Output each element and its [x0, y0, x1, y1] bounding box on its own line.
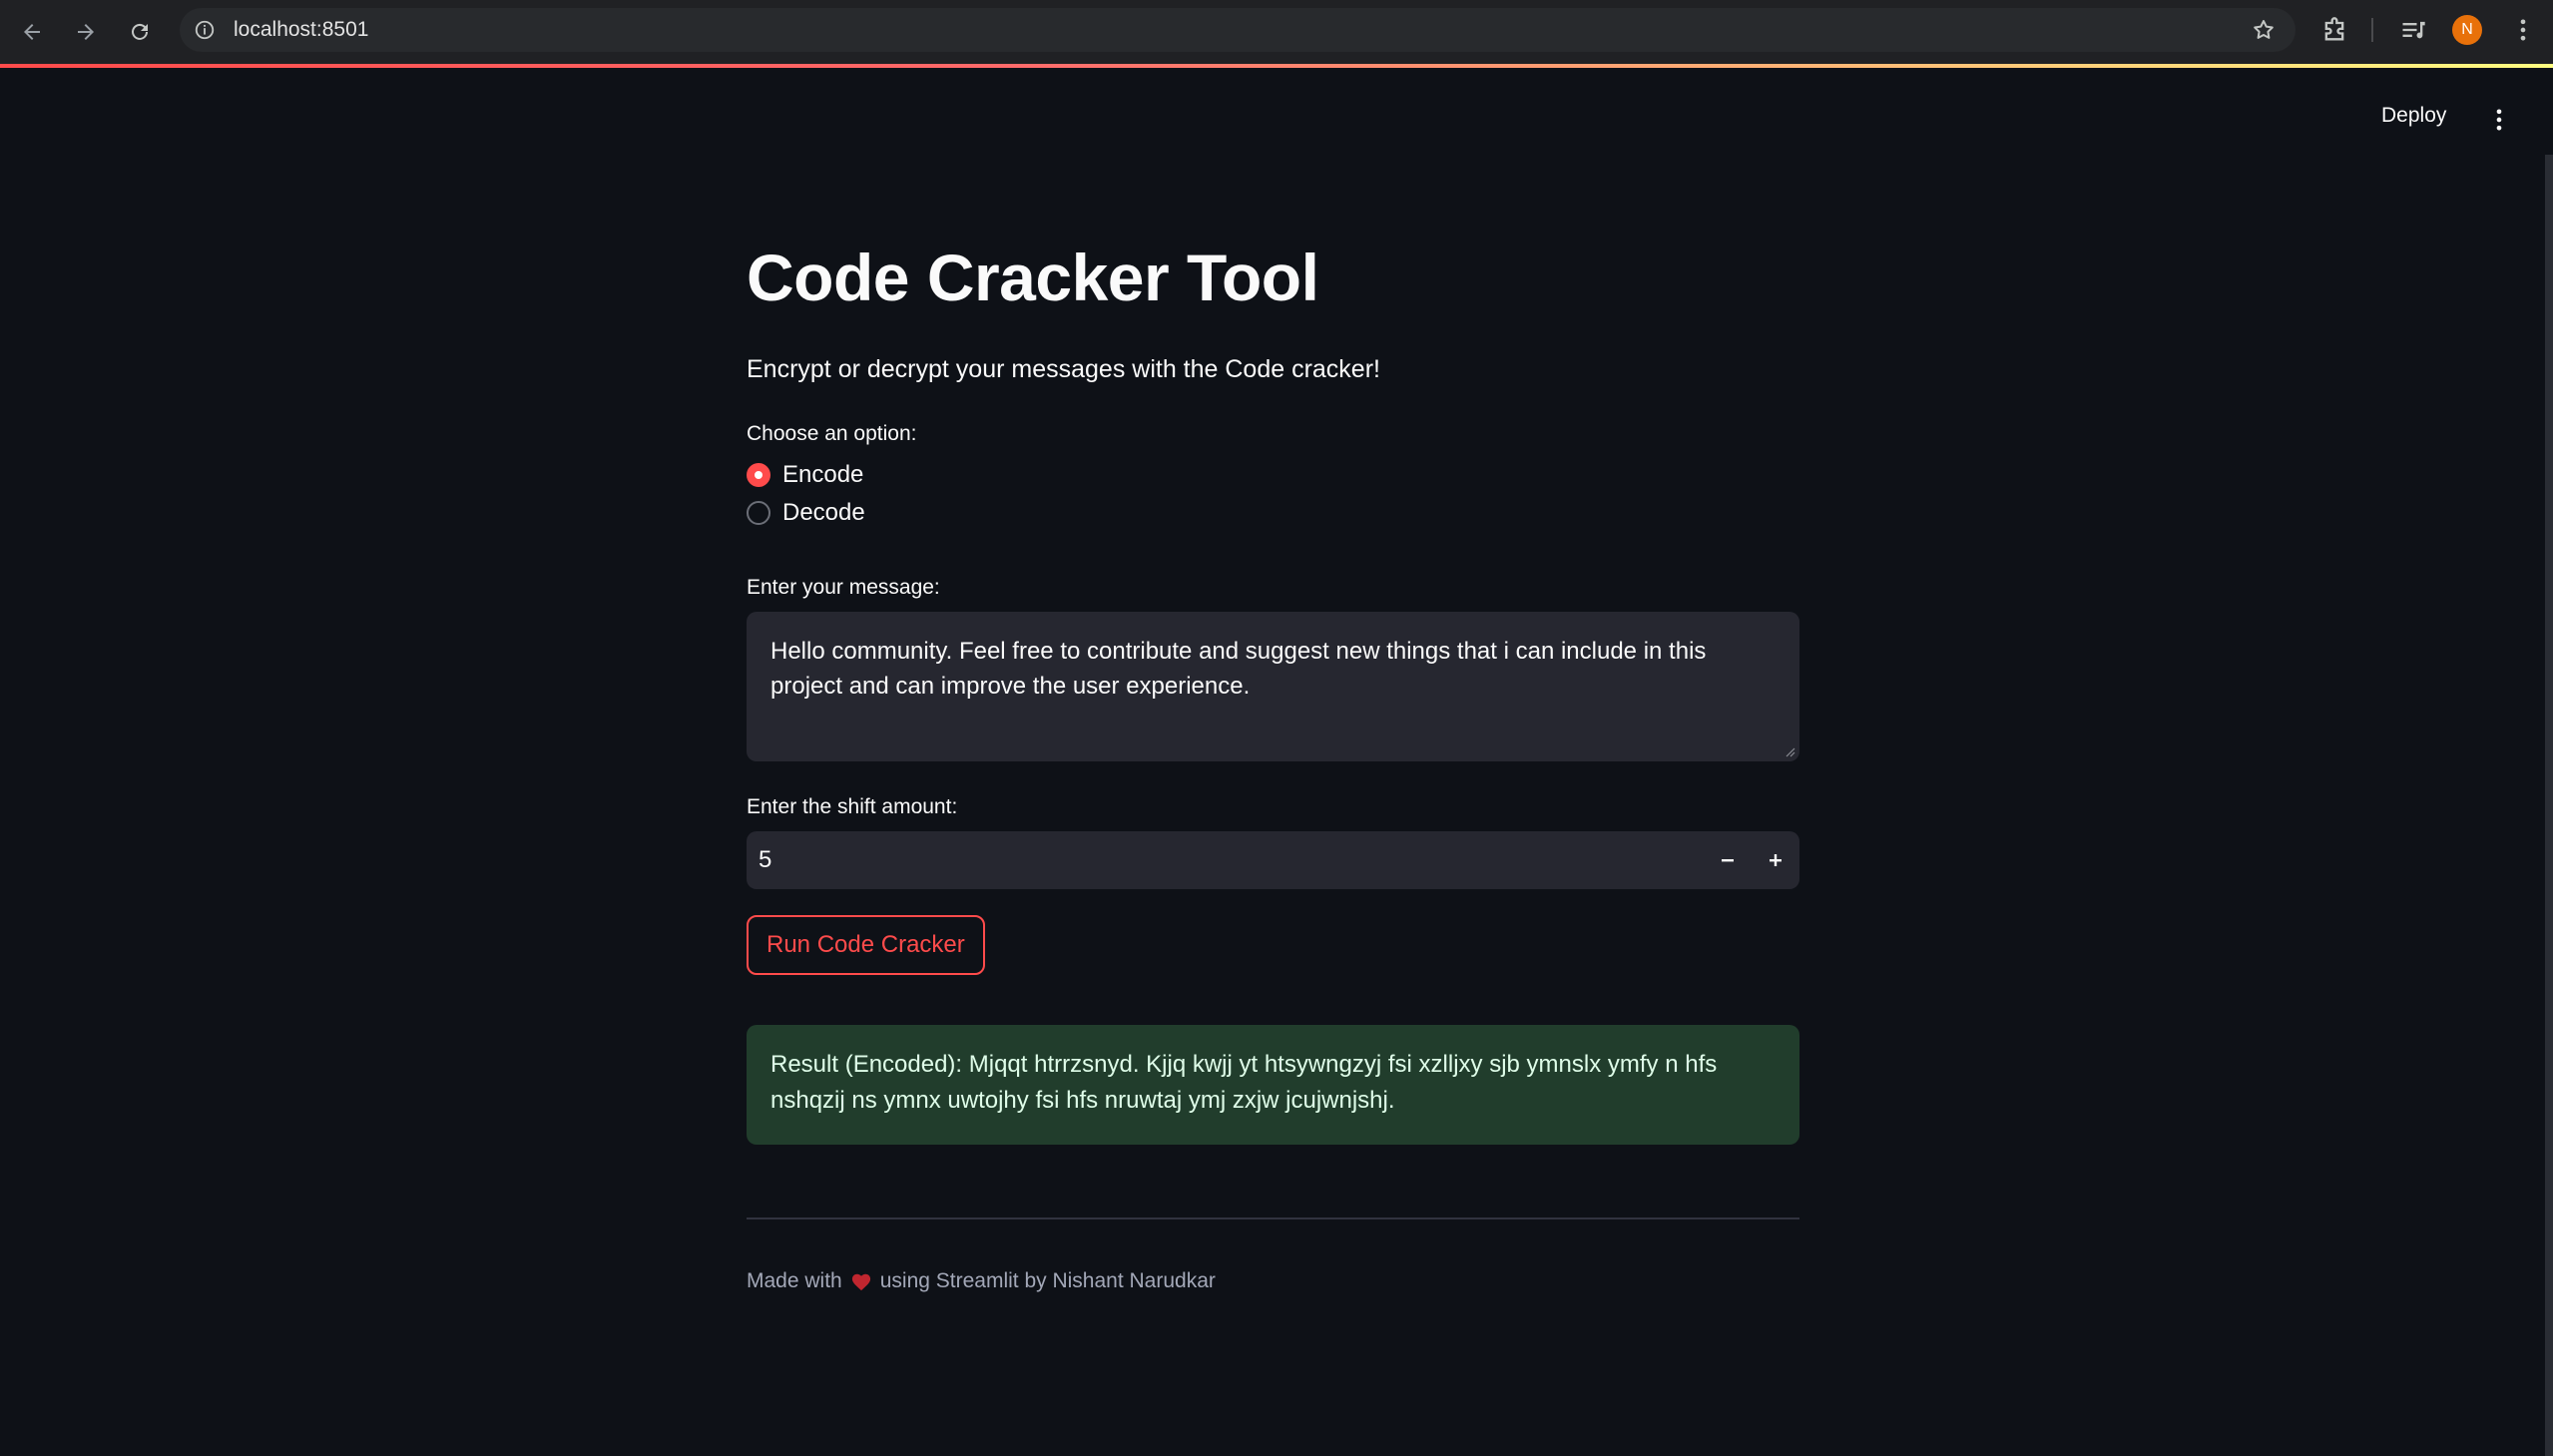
option-label: Choose an option: [747, 422, 917, 445]
run-code-cracker-button[interactable]: Run Code Cracker [747, 915, 985, 975]
browser-toolbar: localhost:8501 N [0, 0, 2553, 64]
radio-decode[interactable]: Decode [747, 494, 1799, 532]
streamlit-decoration-bar [0, 64, 2553, 68]
heart-icon [851, 1273, 870, 1291]
media-controls-icon[interactable] [2399, 16, 2427, 44]
back-arrow-icon[interactable] [16, 16, 48, 48]
decrement-button[interactable] [1704, 831, 1752, 889]
footer: Made with using Streamlit by Nishant Nar… [747, 1269, 1799, 1293]
shift-number-input[interactable]: 5 [747, 831, 1799, 889]
forward-arrow-icon[interactable] [70, 16, 102, 48]
reload-icon[interactable] [124, 16, 156, 48]
message-label: Enter your message: [747, 576, 940, 599]
result-text: Result (Encoded): Mjqqt htrrzsnyd. Kjjq … [770, 1051, 1718, 1114]
bookmark-star-icon[interactable] [2252, 18, 2276, 42]
footer-prefix: Made with [747, 1269, 842, 1292]
scrollbar[interactable] [2545, 155, 2553, 1456]
plus-icon [1770, 854, 1782, 866]
message-textarea[interactable]: Hello community. Feel free to contribute… [747, 612, 1799, 761]
site-info-icon[interactable] [194, 19, 216, 41]
minus-icon [1722, 859, 1734, 862]
radio-decode-label: Decode [782, 499, 865, 526]
main-menu-icon[interactable] [2485, 104, 2513, 136]
page-title: Code Cracker Tool [747, 241, 1319, 314]
profile-avatar[interactable]: N [2452, 15, 2482, 45]
result-success-box: Result (Encoded): Mjqqt htrrzsnyd. Kjjq … [747, 1025, 1799, 1145]
shift-value[interactable]: 5 [759, 846, 771, 874]
main-content: Code Cracker Tool Encrypt or decrypt you… [747, 220, 1799, 1293]
option-radio-group: Encode Decode [747, 456, 1799, 532]
page-subtitle: Encrypt or decrypt your messages with th… [747, 355, 1380, 383]
url-text[interactable]: localhost:8501 [234, 18, 368, 42]
extensions-puzzle-icon[interactable] [2320, 16, 2348, 44]
address-bar[interactable]: localhost:8501 [180, 8, 2296, 52]
radio-selected-icon[interactable] [747, 463, 770, 487]
deploy-button[interactable]: Deploy [2381, 104, 2446, 128]
shift-label: Enter the shift amount: [747, 795, 958, 818]
divider [747, 1217, 1799, 1219]
footer-suffix: using Streamlit by Nishant Narudkar [879, 1269, 1216, 1292]
increment-button[interactable] [1752, 831, 1799, 889]
radio-encode-label: Encode [782, 461, 864, 488]
radio-encode[interactable]: Encode [747, 456, 1799, 494]
radio-unselected-icon[interactable] [747, 501, 770, 525]
toolbar-separator [2371, 18, 2373, 42]
message-text[interactable]: Hello community. Feel free to contribute… [770, 638, 1706, 700]
chrome-menu-icon[interactable] [2509, 16, 2537, 44]
resize-grip-icon[interactable] [1784, 745, 1795, 757]
